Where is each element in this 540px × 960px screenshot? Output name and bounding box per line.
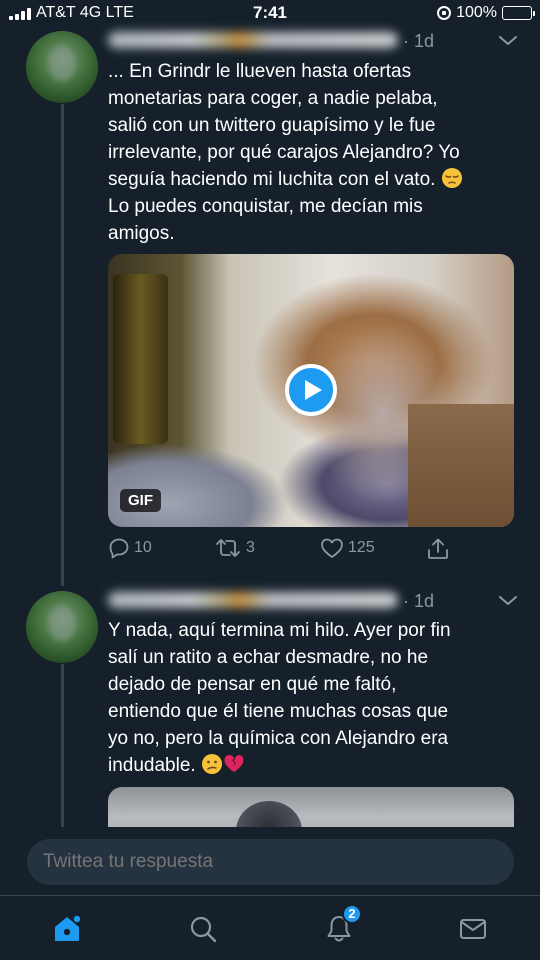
status-bar: AT&T 4G LTE 7:41 100%	[0, 0, 540, 28]
media-background-object	[113, 274, 168, 444]
thread-line	[61, 104, 64, 586]
broken-heart-icon	[224, 755, 244, 772]
like-count: 125	[348, 539, 375, 556]
tweet-timestamp[interactable]: · 1d	[403, 31, 434, 52]
home-icon	[55, 915, 81, 941]
share-button[interactable]	[426, 537, 450, 561]
search-icon	[190, 916, 217, 943]
tab-search[interactable]	[186, 912, 220, 946]
tweet-text: Y nada, aquí termina mi hilo. Ayer por f…	[108, 617, 508, 779]
share-icon	[428, 538, 448, 559]
chevron-down-icon[interactable]	[497, 34, 519, 48]
heart-icon	[321, 538, 343, 558]
tweet-text-main: ... En Grindr le llueven hasta ofertas m…	[108, 61, 460, 190]
reply-icon	[109, 538, 129, 559]
tab-messages[interactable]	[456, 912, 490, 946]
reply-input[interactable]	[27, 839, 514, 885]
retweet-count: 3	[246, 539, 255, 556]
tweet-text-tail: Lo puedes conquistar, me decían mis amig…	[108, 196, 423, 244]
author-name-blurred[interactable]	[108, 32, 398, 48]
confused-face-icon	[201, 754, 222, 774]
orientation-lock-icon	[437, 6, 452, 20]
author-name-blurred[interactable]	[108, 592, 398, 608]
retweet-button[interactable]: 3	[214, 537, 255, 559]
tab-notifications[interactable]: 2	[322, 904, 362, 946]
tweet-actions: 10 3 125	[108, 537, 514, 565]
notifications-badge: 2	[342, 904, 362, 924]
pensive-face-icon	[441, 168, 462, 188]
reply-count: 10	[134, 539, 152, 556]
chevron-down-icon[interactable]	[497, 594, 519, 608]
play-icon	[305, 380, 322, 400]
tweet-media-gif[interactable]: GIF	[108, 254, 514, 527]
reply-button[interactable]: 10	[108, 537, 152, 559]
tab-home[interactable]	[50, 912, 84, 946]
like-button[interactable]: 125	[320, 537, 375, 559]
play-button[interactable]	[285, 364, 337, 416]
retweet-icon	[216, 539, 240, 557]
thread-line	[61, 664, 64, 829]
tweet-text: ... En Grindr le llueven hasta ofertas m…	[108, 58, 508, 247]
tab-bar: 2	[0, 895, 540, 960]
battery-icon	[502, 6, 535, 20]
battery-percent: 100%	[456, 4, 497, 21]
avatar[interactable]	[26, 591, 98, 663]
gif-badge: GIF	[120, 489, 161, 512]
avatar[interactable]	[26, 31, 98, 103]
tweet-timestamp[interactable]: · 1d	[403, 591, 434, 612]
status-right: 100%	[437, 4, 535, 22]
mail-icon	[460, 919, 486, 939]
media-background-object	[408, 404, 514, 527]
tweet-text-main: Y nada, aquí termina mi hilo. Ayer por f…	[108, 620, 451, 776]
